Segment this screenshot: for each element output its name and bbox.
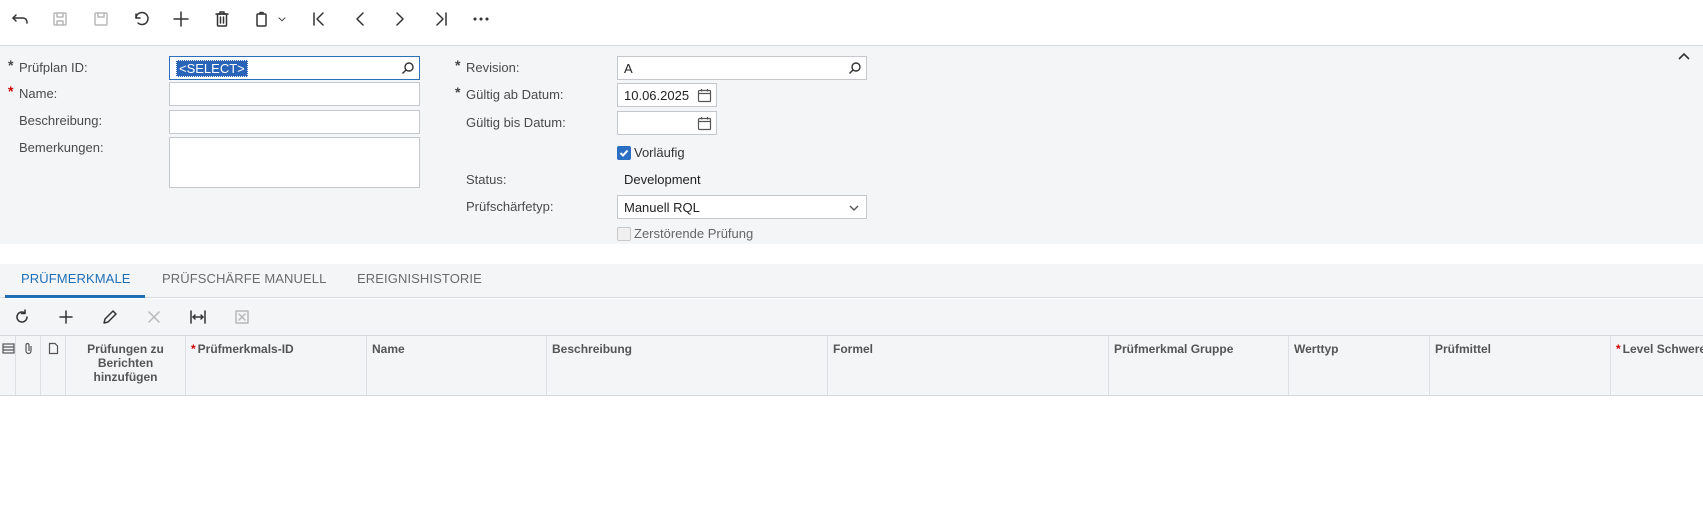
bemerkungen-label: Bemerkungen: xyxy=(19,140,104,155)
revision-label: Revision: xyxy=(466,60,520,75)
vorlaeufig-checkbox[interactable] xyxy=(617,146,631,160)
column-header-formel[interactable]: Formel xyxy=(828,336,1109,395)
required-marker: * xyxy=(8,57,14,73)
column-header-name[interactable]: Name xyxy=(367,336,547,395)
attachment-header[interactable] xyxy=(16,336,41,395)
pruefschaerfetyp-select[interactable]: Manuell RQL xyxy=(617,195,867,219)
column-header-label: Name xyxy=(372,342,405,356)
required-marker: * xyxy=(191,342,196,356)
fit-columns-icon[interactable] xyxy=(185,304,211,330)
column-header-pruefmerkmals-id[interactable]: * Prüfmerkmals-ID xyxy=(186,336,367,395)
pruefschaerfetyp-value: Manuell RQL xyxy=(624,200,700,215)
row-selector-icon xyxy=(2,342,16,356)
required-marker: * xyxy=(455,57,461,73)
export-excel-icon[interactable] xyxy=(229,304,255,330)
edit-icon[interactable] xyxy=(97,304,123,330)
pruefschaerfetyp-label: Prüfschärfetyp: xyxy=(466,199,554,214)
chevron-down-icon xyxy=(848,202,860,214)
add-icon[interactable] xyxy=(166,4,196,34)
next-record-icon[interactable] xyxy=(385,4,415,34)
column-header-label: Werttyp xyxy=(1294,342,1339,356)
first-record-icon[interactable] xyxy=(304,4,334,34)
gueltig-ab-value: 10.06.2025 xyxy=(624,88,690,103)
beschreibung-label: Beschreibung: xyxy=(19,113,103,128)
collapse-icon[interactable] xyxy=(1677,50,1695,68)
last-record-icon[interactable] xyxy=(426,4,456,34)
required-marker: * xyxy=(455,84,461,100)
column-header-label: Prüfmerkmals-ID xyxy=(197,342,294,356)
add-row-icon[interactable] xyxy=(53,304,79,330)
gueltig-ab-label: Gültig ab Datum: xyxy=(466,87,564,102)
delete-icon[interactable] xyxy=(207,4,237,34)
save-close-icon[interactable] xyxy=(45,4,75,34)
undo-icon[interactable] xyxy=(126,4,156,34)
search-icon[interactable] xyxy=(401,61,415,75)
gueltig-bis-field[interactable] xyxy=(617,111,717,135)
column-header-label: Prüfungen zu Berichten hinzufügen xyxy=(87,342,164,384)
back-icon[interactable] xyxy=(5,4,35,34)
calendar-icon[interactable] xyxy=(697,116,712,131)
previous-record-icon[interactable] xyxy=(345,4,375,34)
tab-bar: PRÜFMERKMALE PRÜFSCHÄRFE MANUELL EREIGNI… xyxy=(0,264,1703,298)
zerstoerende-pruefung-checkbox[interactable] xyxy=(617,227,631,241)
form-panel: * Prüfplan ID: <SELECT> * Name: Beschrei… xyxy=(0,45,1703,244)
refresh-icon[interactable] xyxy=(9,304,35,330)
calendar-icon[interactable] xyxy=(697,88,712,103)
revision-field[interactable]: A xyxy=(617,56,867,80)
column-header-werttyp[interactable]: Werttyp xyxy=(1289,336,1430,395)
more-icon[interactable] xyxy=(466,4,496,34)
chevron-down-icon[interactable] xyxy=(272,4,292,34)
column-header-label: Level Schwere xyxy=(1622,342,1703,356)
name-field[interactable] xyxy=(169,82,420,106)
required-marker: * xyxy=(1616,342,1621,356)
tab-ereignishistorie[interactable]: EREIGNISHISTORIE xyxy=(357,271,482,286)
column-header-level-schwere[interactable]: * Level Schwere xyxy=(1611,336,1703,395)
grid-body xyxy=(0,396,1703,515)
beschreibung-field[interactable] xyxy=(169,110,420,134)
column-header-pruefungen-zu-berichten[interactable]: Prüfungen zu Berichten hinzufügen xyxy=(66,336,186,395)
column-header-pruefmittel[interactable]: Prüfmittel xyxy=(1430,336,1611,395)
pruefplan-id-label: Prüfplan ID: xyxy=(19,60,88,75)
note-icon xyxy=(47,342,61,356)
tab-pruefschaerfe-manuell[interactable]: PRÜFSCHÄRFE MANUELL xyxy=(162,271,326,286)
column-header-label: Prüfmittel xyxy=(1435,342,1492,356)
zerstoerende-pruefung-label: Zerstörende Prüfung xyxy=(634,226,754,241)
gueltig-bis-label: Gültig bis Datum: xyxy=(466,115,566,130)
main-toolbar xyxy=(0,0,1703,38)
grid-toolbar xyxy=(0,299,1703,335)
row-selector-header[interactable] xyxy=(0,336,16,395)
delete-row-icon[interactable] xyxy=(141,304,167,330)
status-label: Status: xyxy=(466,172,507,187)
save-icon[interactable] xyxy=(86,4,116,34)
name-label: Name: xyxy=(19,86,58,101)
status-value: Development xyxy=(624,172,701,187)
pruefplan-id-value: <SELECT> xyxy=(176,60,248,77)
vorlaeufig-label: Vorläufig xyxy=(634,145,685,160)
pruefplan-id-field[interactable]: <SELECT> xyxy=(169,56,420,80)
search-icon[interactable] xyxy=(848,61,862,75)
column-header-label: Formel xyxy=(833,342,874,356)
column-header-label: Prüfmerkmal Gruppe xyxy=(1114,342,1234,356)
tab-pruefmerkmale[interactable]: PRÜFMERKMALE xyxy=(21,271,131,286)
bemerkungen-field[interactable] xyxy=(169,137,420,188)
revision-value: A xyxy=(624,61,633,76)
paperclip-icon xyxy=(22,342,36,356)
active-tab-indicator xyxy=(5,295,145,298)
column-header-pruefmerkmal-gruppe[interactable]: Prüfmerkmal Gruppe xyxy=(1109,336,1289,395)
gueltig-ab-field[interactable]: 10.06.2025 xyxy=(617,83,717,107)
column-header-label: Beschreibung xyxy=(552,342,633,356)
column-header-beschreibung[interactable]: Beschreibung xyxy=(547,336,828,395)
note-header[interactable] xyxy=(41,336,66,395)
grid-header: Prüfungen zu Berichten hinzufügen * Prüfm… xyxy=(0,335,1703,396)
required-marker: * xyxy=(8,83,14,99)
